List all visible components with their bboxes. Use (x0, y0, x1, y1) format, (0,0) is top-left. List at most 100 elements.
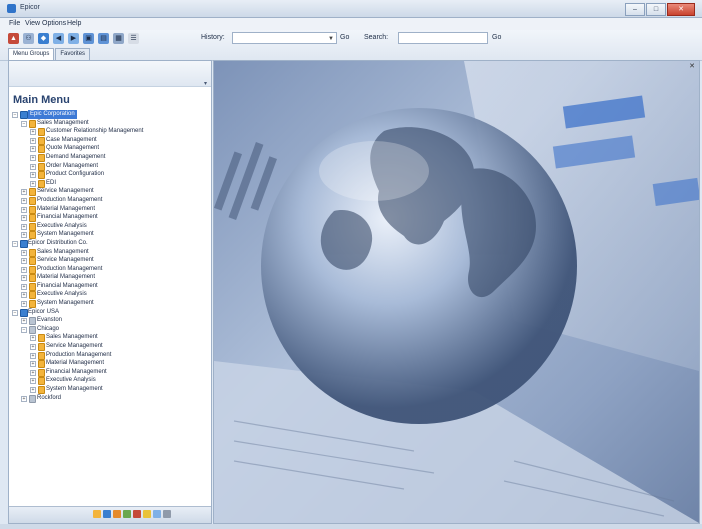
tree-node[interactable]: + Material Management (12, 205, 212, 214)
expand-icon[interactable]: + (30, 344, 36, 351)
forward-icon[interactable]: ▶ (68, 33, 79, 44)
tree-node[interactable]: + Material Management (12, 359, 212, 369)
collapse-icon[interactable]: − (12, 112, 18, 118)
report-icon[interactable] (123, 510, 131, 518)
expand-icon[interactable]: + (30, 352, 36, 359)
expand-icon[interactable]: + (30, 137, 36, 144)
pin-icon[interactable]: ▾ (204, 80, 207, 87)
dashboard-icon[interactable]: ▣ (83, 33, 94, 44)
tree-node[interactable]: + Executive Analysis (12, 222, 212, 231)
shortcut-icon[interactable]: ▲ (8, 33, 19, 44)
tree-node[interactable]: + Quote Management (12, 144, 212, 154)
close-button[interactable]: ✕ (667, 3, 695, 16)
tree-node[interactable]: + Service Management (12, 256, 212, 266)
tree-node[interactable]: − Epicor Distribution Co. (12, 239, 212, 248)
expand-icon[interactable]: + (21, 197, 27, 204)
tree-node[interactable]: + Demand Management (12, 153, 212, 162)
tree-node[interactable]: + Production Management (12, 265, 212, 274)
chart-icon[interactable] (113, 510, 121, 518)
tab-favorites[interactable]: Favorites (55, 48, 91, 60)
expand-icon[interactable]: + (30, 129, 36, 136)
expand-icon[interactable]: + (21, 301, 27, 308)
history-go-button[interactable]: Go (340, 34, 349, 41)
expand-icon[interactable]: + (21, 275, 27, 282)
tree-node[interactable]: + Executive Analysis (12, 290, 212, 300)
tree-node[interactable]: + System Management (12, 230, 212, 240)
tree-node[interactable]: + Material Management (12, 273, 212, 283)
tree-node[interactable]: + Sales Management (12, 248, 212, 257)
expand-icon[interactable]: + (30, 163, 36, 170)
tree-node[interactable]: − Chicago (12, 325, 212, 334)
expand-icon[interactable]: + (30, 154, 36, 161)
expand-icon[interactable]: + (30, 172, 36, 179)
expand-icon[interactable]: + (21, 283, 27, 290)
expand-icon[interactable]: + (21, 249, 27, 256)
collapse-icon[interactable]: − (21, 326, 27, 333)
collapse-icon[interactable]: − (12, 309, 18, 316)
collapse-icon[interactable]: − (12, 240, 18, 247)
menu-help[interactable]: Help (67, 20, 81, 27)
expand-icon[interactable]: + (21, 215, 27, 222)
expand-icon[interactable]: + (21, 223, 27, 230)
tab-menu-groups[interactable]: Menu Groups (8, 48, 55, 60)
menu-file[interactable]: File (9, 20, 20, 27)
history-dropdown[interactable]: ▼ (232, 32, 337, 44)
back-icon[interactable]: ◀ (53, 33, 64, 44)
expand-icon[interactable]: + (21, 266, 27, 273)
expand-icon[interactable]: + (30, 335, 36, 342)
tree-node[interactable]: + Production Management (12, 196, 212, 205)
expand-icon[interactable]: + (21, 318, 27, 325)
expand-icon[interactable]: + (30, 378, 36, 385)
folder-icon[interactable] (93, 510, 101, 518)
globe-icon[interactable] (153, 510, 161, 518)
collapse-icon[interactable]: − (21, 120, 27, 127)
tree-node[interactable]: − Epicor USA (12, 308, 212, 317)
expand-icon[interactable]: + (21, 232, 27, 239)
tree-node[interactable]: + Financial Management (12, 213, 212, 223)
tree-node[interactable]: + Rockford (12, 394, 212, 403)
search-input[interactable] (398, 32, 488, 44)
tree-node[interactable]: + Financial Management (12, 368, 212, 377)
tree-node[interactable]: + Financial Management (12, 282, 212, 291)
tree-node[interactable]: + Evanston (12, 316, 212, 326)
settings-icon[interactable] (163, 510, 171, 518)
tree-node[interactable]: + System Management (12, 385, 212, 394)
search-go-button[interactable]: Go (492, 34, 501, 41)
expand-icon[interactable]: + (30, 387, 36, 393)
tree-node[interactable]: + Product Configuration (12, 170, 212, 180)
expand-icon[interactable]: + (21, 258, 27, 265)
users-icon[interactable]: ⚇ (23, 33, 34, 44)
tree-node[interactable]: + Case Management (12, 136, 212, 145)
tree-node[interactable]: + Executive Analysis (12, 376, 212, 386)
maximize-button[interactable]: □ (646, 3, 666, 16)
tree-node[interactable]: + Service Management (12, 187, 212, 197)
tree-node[interactable]: + Service Management (12, 342, 212, 352)
expand-icon[interactable]: + (30, 361, 36, 368)
menu-icon[interactable]: ☰ (128, 33, 139, 44)
tree-node[interactable]: − Epic Corporation (12, 110, 212, 119)
alert-icon[interactable] (133, 510, 141, 518)
tree-node[interactable]: + System Management (12, 299, 212, 309)
close-view-icon[interactable]: ✕ (689, 62, 695, 70)
expand-icon[interactable]: + (21, 292, 27, 299)
tree-node[interactable]: + Order Management (12, 162, 212, 171)
tree-node[interactable]: + Sales Management (12, 333, 212, 343)
expand-icon[interactable]: + (21, 395, 27, 402)
expand-icon[interactable]: + (30, 180, 36, 187)
company-icon[interactable]: ◆ (38, 33, 49, 44)
star-icon[interactable] (143, 510, 151, 518)
menu-options[interactable]: Options (42, 20, 66, 27)
expand-icon[interactable]: + (21, 206, 27, 213)
tree-node[interactable]: + Customer Relationship Management (12, 127, 212, 137)
expand-icon[interactable]: + (30, 146, 36, 153)
minimize-button[interactable]: – (625, 3, 645, 16)
company-icon[interactable] (103, 510, 111, 518)
tree-node[interactable]: − Sales Management (12, 119, 212, 128)
expand-icon[interactable]: + (21, 189, 27, 196)
window-icon[interactable]: ▤ (98, 33, 109, 44)
expand-icon[interactable]: + (30, 369, 36, 376)
tree-node[interactable]: + EDI (12, 179, 212, 188)
tree-node[interactable]: + Production Management (12, 351, 212, 360)
menu-view[interactable]: View (25, 20, 40, 27)
grid-icon[interactable]: ▦ (113, 33, 124, 44)
